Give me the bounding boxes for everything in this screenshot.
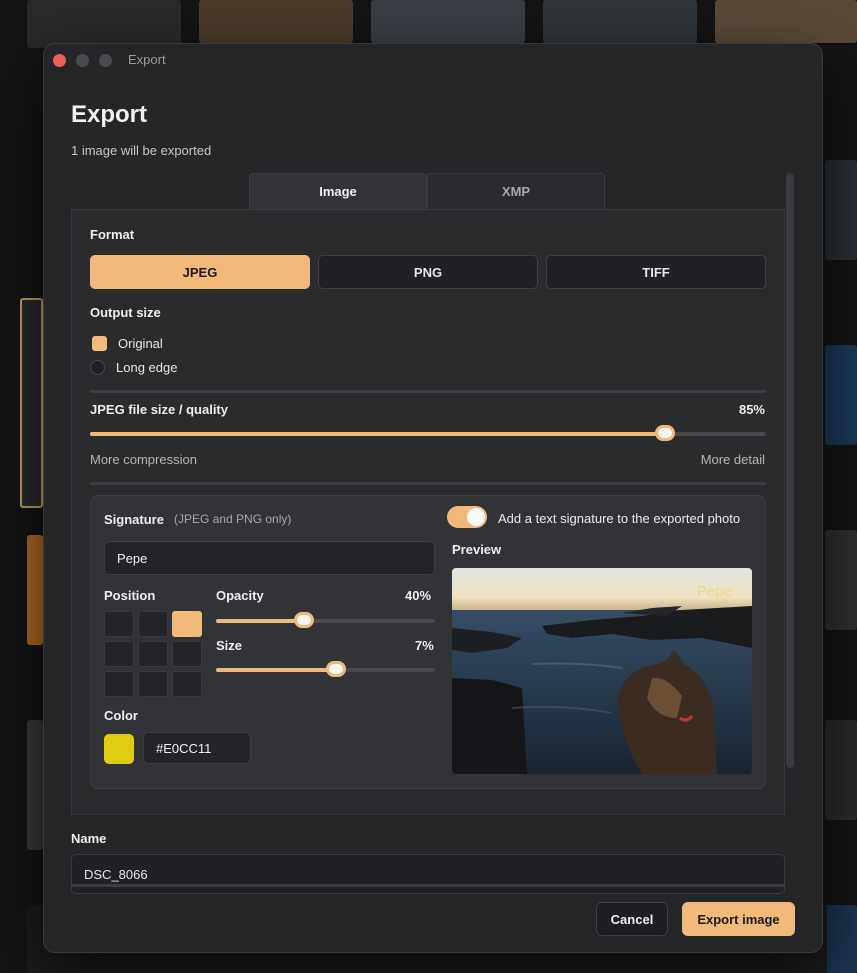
signature-watermark-preview: Pepe (697, 583, 732, 600)
input-value: Pepe (117, 550, 148, 566)
opacity-value: 40% (405, 588, 432, 603)
library-thumbnail[interactable] (825, 345, 857, 445)
format-label: Format (90, 227, 135, 242)
color-hex-input[interactable]: #E0CC11 (143, 732, 251, 764)
slider-knob[interactable] (293, 612, 314, 628)
export-dialog: Export Export 1 image will be exported I… (43, 43, 823, 953)
preview-image: Pepe (452, 568, 752, 774)
option-label: Long edge (116, 360, 178, 375)
preview-photo: Pepe (452, 568, 752, 774)
output-long-edge-option[interactable]: Long edge (90, 360, 177, 375)
library-thumbnail[interactable] (825, 905, 857, 973)
close-window-button[interactable] (53, 54, 66, 67)
library-thumbnail[interactable] (543, 0, 697, 43)
quality-max-label: More detail (700, 452, 765, 467)
input-value: DSC_8066 (84, 867, 148, 882)
library-thumbnail[interactable] (715, 0, 857, 43)
slider-fill (216, 668, 337, 672)
tab-image[interactable]: Image (249, 173, 427, 209)
signature-toggle-label: Add a text signature to the exported pho… (498, 511, 741, 526)
position-cell-bottom-right[interactable] (172, 671, 202, 697)
preview-label: Preview (452, 542, 502, 557)
position-cell-bottom-center[interactable] (138, 671, 168, 697)
output-original-option[interactable]: Original (92, 336, 163, 351)
position-grid (104, 611, 202, 697)
output-size-label: Output size (90, 305, 161, 320)
slider-knob[interactable] (326, 661, 347, 677)
library-thumbnail[interactable] (27, 535, 43, 645)
position-cell-middle-left[interactable] (104, 641, 134, 667)
export-tabs: Image XMP (249, 173, 605, 209)
position-cell-top-left[interactable] (104, 611, 134, 637)
position-cell-middle-center[interactable] (138, 641, 168, 667)
input-value: #E0CC11 (156, 740, 212, 756)
signature-section: Signature (JPEG and PNG only) Add a text… (90, 495, 766, 789)
radio-indicator[interactable] (90, 360, 105, 375)
signature-toggle[interactable] (447, 506, 487, 528)
opacity-slider[interactable] (216, 612, 435, 628)
size-label: Size (216, 638, 243, 653)
library-thumbnail[interactable] (825, 530, 857, 630)
window-title: Export (128, 52, 166, 67)
radio-selected-indicator[interactable] (92, 336, 107, 351)
position-cell-top-right[interactable] (172, 611, 202, 637)
library-thumbnail[interactable] (27, 0, 181, 48)
quality-value: 85% (738, 402, 765, 417)
image-settings-panel: Format JPEG PNG TIFF Output size Origina… (71, 209, 785, 815)
slider-fill (90, 432, 665, 436)
slider-knob[interactable] (654, 425, 675, 441)
library-thumbnail[interactable] (199, 0, 353, 43)
position-cell-middle-right[interactable] (172, 641, 202, 667)
section-divider (90, 390, 766, 393)
signature-label: Signature (104, 512, 164, 527)
name-label: Name (71, 831, 107, 846)
scrollbar[interactable] (786, 173, 794, 768)
quality-slider[interactable] (90, 425, 766, 441)
library-thumbnail[interactable] (27, 720, 43, 850)
library-thumbnail[interactable] (825, 720, 857, 820)
option-label: Original (118, 336, 163, 351)
size-value: 7% (415, 638, 434, 653)
format-tiff-button[interactable]: TIFF (546, 255, 766, 289)
minimize-window-button[interactable] (76, 54, 89, 67)
export-count-text: 1 image will be exported (71, 143, 212, 158)
color-swatch[interactable] (104, 734, 134, 764)
zoom-window-button[interactable] (99, 54, 112, 67)
quality-label: JPEG file size / quality (90, 402, 228, 417)
title-bar: Export (44, 44, 822, 76)
slider-fill (216, 619, 304, 623)
opacity-label: Opacity (216, 588, 264, 603)
position-cell-bottom-left[interactable] (104, 671, 134, 697)
file-name-input[interactable]: DSC_8066 (71, 854, 785, 894)
export-image-button[interactable]: Export image (682, 902, 795, 936)
library-thumbnail[interactable] (825, 160, 857, 260)
color-label: Color (104, 708, 138, 723)
footer-divider (71, 884, 785, 887)
signature-note: (JPEG and PNG only) (174, 512, 292, 526)
tab-xmp[interactable]: XMP (427, 173, 605, 209)
signature-text-input[interactable]: Pepe (104, 541, 435, 575)
library-thumbnail[interactable] (20, 298, 43, 508)
cancel-button[interactable]: Cancel (596, 902, 668, 936)
section-divider (90, 482, 766, 485)
position-cell-top-center[interactable] (138, 611, 168, 637)
toggle-knob (467, 508, 485, 526)
format-jpeg-button[interactable]: JPEG (90, 255, 310, 289)
library-thumbnail[interactable] (371, 0, 525, 43)
format-png-button[interactable]: PNG (318, 255, 538, 289)
position-label: Position (104, 588, 156, 603)
size-slider[interactable] (216, 661, 435, 677)
quality-min-label: More compression (90, 452, 197, 467)
page-title: Export (71, 101, 148, 128)
